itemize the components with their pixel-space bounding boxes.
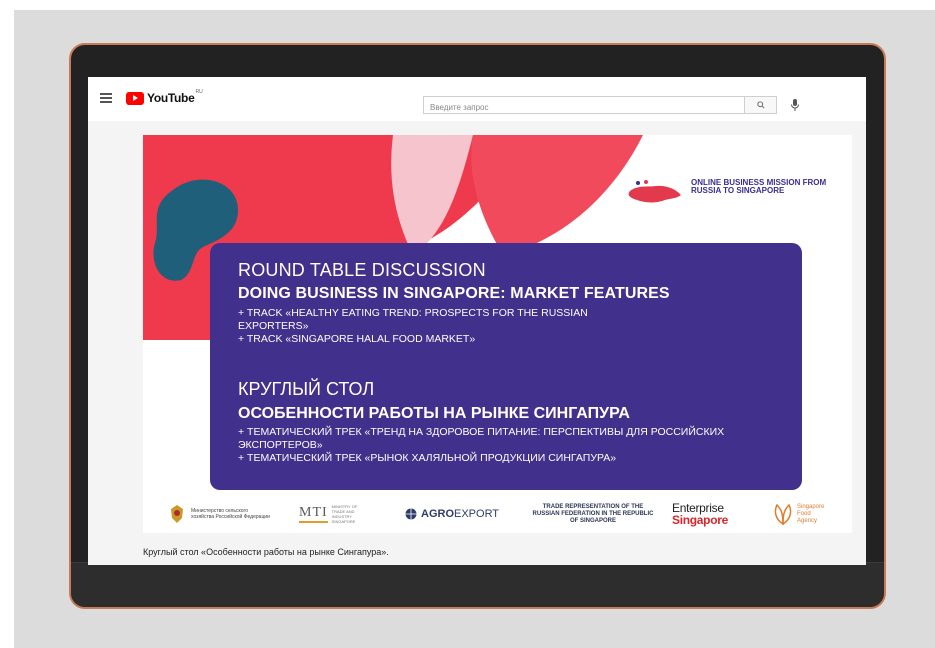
ministry-logo: Министерство сельского хозяйства Российс… bbox=[168, 495, 271, 533]
video-title[interactable]: Круглый стол «Особенности работы на рынк… bbox=[143, 547, 389, 557]
sfa-text: Singapore Food Agency bbox=[797, 503, 825, 524]
ru-heading: КРУГЛЫЙ СТОЛ bbox=[238, 379, 375, 399]
sfa-logo: Singapore Food Agency bbox=[773, 495, 831, 533]
singapore-text: Singapore bbox=[672, 513, 728, 527]
globe-icon bbox=[405, 508, 417, 520]
ru-title: ОСОБЕННОСТИ РАБОТЫ НА РЫНКЕ СИНГАПУРА bbox=[238, 405, 630, 422]
title-card: ROUND TABLE DISCUSSION DOING BUSINESS IN… bbox=[210, 243, 802, 490]
youtube-top-bar: YouTube RU bbox=[88, 77, 866, 121]
partner-logos: Министерство сельского хозяйства Российс… bbox=[143, 495, 852, 533]
search-input[interactable] bbox=[424, 99, 744, 116]
en-title: DOING BUSINESS IN SINGAPORE: MARKET FEAT… bbox=[238, 285, 670, 302]
mission-title: ONLINE BUSINESS MISSION FROM RUSSIA TO S… bbox=[691, 178, 827, 195]
enterprise-singapore-logo: Enterprise Singapore bbox=[672, 495, 728, 533]
en-heading: ROUND TABLE DISCUSSION bbox=[238, 260, 486, 280]
mti-logo: MTI MINISTRY OF TRADE AND INDUSTRY SINGA… bbox=[299, 495, 370, 533]
leaf-icon bbox=[774, 503, 792, 525]
menu-icon[interactable] bbox=[100, 93, 112, 103]
agro-bold: AGRO bbox=[421, 508, 454, 520]
russia-map-icon bbox=[628, 180, 681, 203]
en-track-2: + TRACK «SINGAPORE HALAL FOOD MARKET» bbox=[238, 333, 476, 345]
search-icon bbox=[756, 101, 765, 109]
ministry-text: Министерство сельского хозяйства Российс… bbox=[191, 508, 270, 520]
trade-representation-logo: TRADE REPRESENTATION OF THE RUSSIAN FEDE… bbox=[532, 503, 654, 524]
en-tracks: + TRACK «HEALTHY EATING TREND: PROSPECTS… bbox=[238, 307, 618, 346]
search-button[interactable] bbox=[745, 96, 777, 114]
mti-full: MINISTRY OF TRADE AND INDUSTRY SINGAPORE bbox=[331, 504, 358, 524]
video-player[interactable]: ONLINE BUSINESS MISSION FROM RUSSIA TO S… bbox=[143, 135, 852, 533]
ru-tracks: + ТЕМАТИЧЕСКИЙ ТРЕК «ТРЕНД НА ЗДОРОВОЕ П… bbox=[238, 426, 778, 465]
mti-abbr: MTI bbox=[299, 505, 328, 523]
emblem-icon bbox=[171, 505, 183, 523]
microphone-icon[interactable] bbox=[789, 98, 801, 112]
browser-screen: YouTube RU ONLINE BUSINESS MISSION FROM … bbox=[88, 77, 866, 565]
ru-track-1: + ТЕМАТИЧЕСКИЙ ТРЕК «ТРЕНД НА ЗДОРОВОЕ П… bbox=[238, 426, 725, 451]
youtube-logo-text: YouTube bbox=[147, 91, 195, 105]
youtube-play-icon bbox=[126, 91, 144, 105]
agroexport-logo: AGRO EXPORT bbox=[405, 495, 499, 533]
agro-rest: EXPORT bbox=[454, 508, 500, 520]
search-box[interactable] bbox=[423, 96, 745, 116]
laptop-bezel-bottom bbox=[71, 562, 884, 607]
youtube-region: RU bbox=[195, 89, 203, 95]
youtube-logo[interactable]: YouTube RU bbox=[126, 89, 203, 105]
ru-track-2: + ТЕМАТИЧЕСКИЙ ТРЕК «РЫНОК ХАЛЯЛЬНОЙ ПРО… bbox=[238, 452, 617, 464]
en-track-1: + TRACK «HEALTHY EATING TREND: PROSPECTS… bbox=[238, 307, 588, 332]
